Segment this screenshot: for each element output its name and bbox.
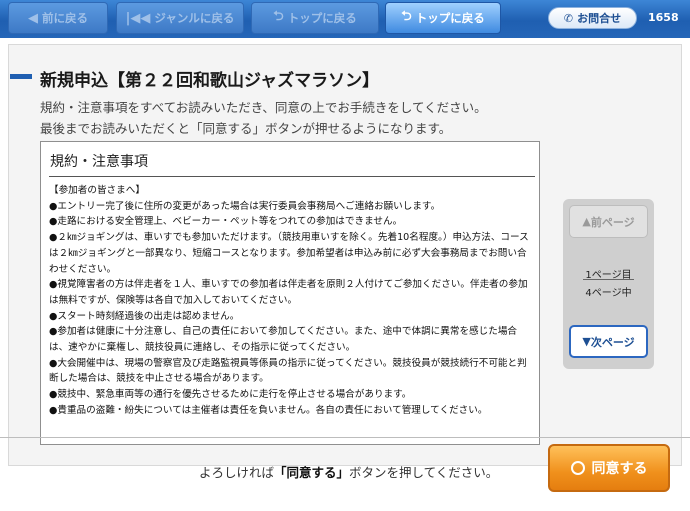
- intro-text-1: 規約・注意事項をすべてお読みいただき、同意の上でお手続きをしてください。: [40, 100, 487, 115]
- phone-icon: ✆: [563, 11, 574, 25]
- terms-line: ●エントリー完了後に住所の変更があった場合は実行委員会事務局へご連絡お願いします…: [49, 200, 441, 212]
- footer-instruction-strong: 「同意する」: [274, 465, 350, 480]
- page-navigator: ▲ 前ページ 1ページ目 4ページ中 ▼ 次ページ: [563, 199, 654, 369]
- terms-line: ●貴重品の盗難・紛失については主催者は責任を負いません。各自の責任において管理し…: [49, 404, 488, 416]
- top-button-disabled-label: トップに戻る: [287, 11, 357, 25]
- back-button[interactable]: ◀ 前に戻る: [8, 2, 108, 34]
- terms-line: ●大会開催中は、現場の警察官及び走路監視員等係員の指示に従ってください。競技役員…: [49, 357, 527, 385]
- terms-heading: 規約・注意事項: [50, 154, 148, 170]
- terms-line: ●走路における安全管理上、ベビーカー・ペット等をつれての参加はできません。: [49, 216, 403, 228]
- footer-divider: [0, 437, 690, 438]
- next-page-button[interactable]: ▼ 次ページ: [569, 325, 648, 358]
- prev-page-button[interactable]: ▲ 前ページ: [569, 205, 648, 238]
- triangle-up-icon: ▲: [582, 215, 591, 228]
- return-arrow-icon: ⮌: [273, 9, 284, 24]
- terms-line: ●視覚障害者の方は伴走者を１人、車いすでの参加者は伴走者を原則２人付けてご参加く…: [49, 279, 528, 306]
- contact-button-label: お問合せ: [577, 12, 622, 25]
- footer-instruction-pre: よろしければ: [199, 465, 275, 480]
- page-divider: [583, 279, 634, 280]
- prev-page-label: 前ページ: [590, 215, 635, 229]
- genre-back-button-label: ジャンルに戻る: [154, 11, 235, 25]
- contact-button[interactable]: ✆ お問合せ: [548, 7, 637, 29]
- return-arrow-icon: ⮌: [401, 9, 412, 24]
- terms-line: 【参加者の皆さまへ】: [49, 185, 145, 196]
- footer-instruction-post: ボタンを押してください。: [349, 465, 499, 480]
- top-button-disabled[interactable]: ⮌ トップに戻る: [251, 2, 379, 34]
- page-title: 新規申込【第２２回和歌山ジャズマラソン】: [40, 71, 380, 91]
- terms-line: ●参加者は健康に十分注意し、自己の責任において参加してください。また、途中で体調…: [49, 326, 518, 354]
- terms-box[interactable]: 規約・注意事項 【参加者の皆さまへ】 ●エントリー完了後に住所の変更があった場合…: [40, 141, 540, 445]
- top-button[interactable]: ⮌ トップに戻る: [385, 2, 501, 34]
- terms-body: 【参加者の皆さまへ】 ●エントリー完了後に住所の変更があった場合は実行委員会事務…: [49, 183, 533, 419]
- next-page-label: 次ページ: [590, 335, 635, 349]
- genre-back-button[interactable]: |◀◀ ジャンルに戻る: [116, 2, 244, 34]
- terms-divider: [49, 176, 535, 177]
- circle-icon: [570, 461, 585, 475]
- footer-instruction: よろしければ「同意する」ボタンを押してください。: [199, 462, 498, 481]
- skip-back-icon: |◀◀: [125, 10, 151, 26]
- terms-line: ●競技中、緊急車両等の通行を優先させるために走行を停止させる場合があります。: [49, 389, 412, 401]
- back-button-label: 前に戻る: [42, 11, 88, 25]
- title-marker: [10, 74, 32, 79]
- agree-button-label: 同意する: [591, 461, 648, 477]
- triangle-down-icon: ▼: [582, 335, 591, 348]
- terms-line: ●２㎞ジョギングは、車いすでも参加いただけます。（競技用車いすを除く。先着10名…: [49, 232, 529, 275]
- agree-button[interactable]: 同意する: [548, 444, 670, 492]
- top-button-label: トップに戻る: [415, 11, 485, 25]
- terminal-number: 1658: [648, 11, 679, 24]
- triangle-left-icon: ◀: [28, 10, 38, 26]
- total-pages: 4ページ中: [585, 288, 632, 299]
- intro-text-2: 最後までお読みいただくと「同意する」ボタンが押せるようになります。: [40, 121, 452, 136]
- terms-line: ●スタート時刻経過後の出走は認めません。: [49, 310, 240, 322]
- top-toolbar: ◀ 前に戻る |◀◀ ジャンルに戻る ⮌ トップに戻る ⮌ トップに戻る ✆ お…: [0, 0, 690, 38]
